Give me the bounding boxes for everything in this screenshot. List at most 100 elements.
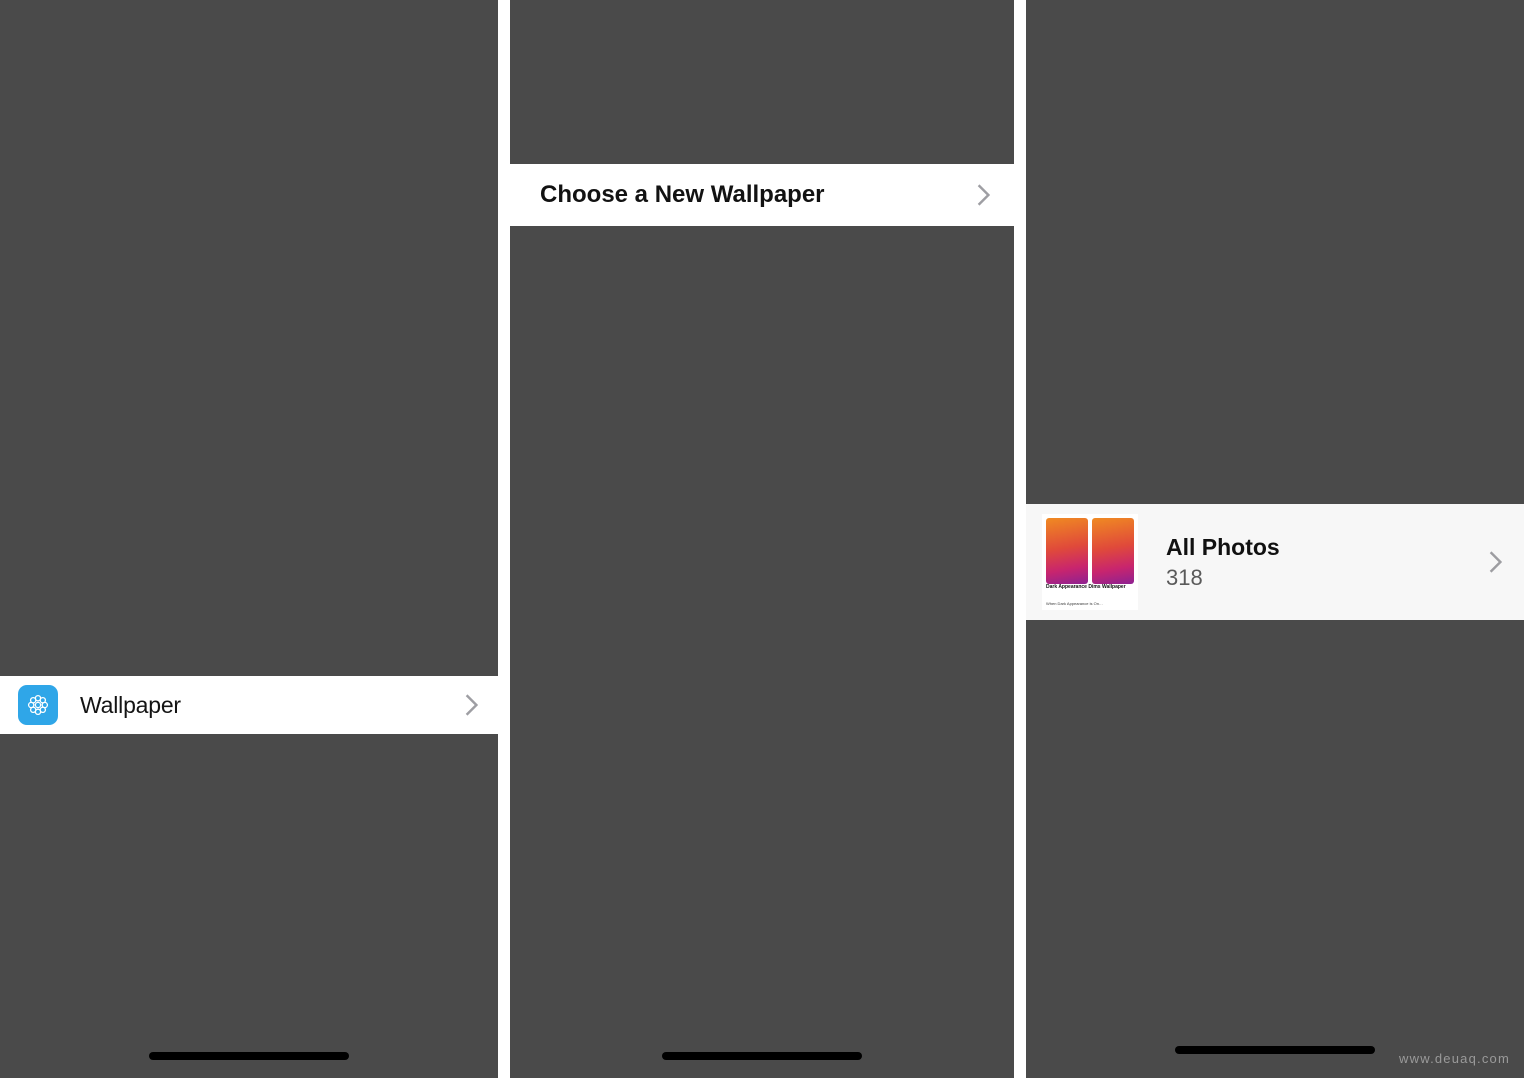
back-button-wallpaper[interactable]: Wallpaper (1026, 75, 1171, 103)
sidebar-item-screen-time[interactable]: Screen Time (0, 344, 498, 402)
album-count: 6 (1166, 924, 1179, 950)
page-title: Settings (199, 74, 299, 103)
chevron-right-icon (465, 694, 478, 716)
row-label: Control Centre (80, 527, 227, 554)
battery-icon (958, 22, 991, 38)
sidebar-item-sounds-haptics[interactable]: Sounds & Haptics (0, 228, 498, 286)
camera-icon[interactable] (699, 601, 727, 629)
app-label: Maps (876, 362, 892, 368)
app-icon-facetime[interactable]: FaceTime (787, 280, 820, 319)
app-icon-messages[interactable]: Messages (909, 476, 942, 515)
album-title: Screenshots (1166, 773, 1305, 800)
live-thumbnail (1352, 132, 1500, 450)
choose-new-wallpaper-row-highlighted[interactable]: Choose a New Wallpaper (510, 164, 1014, 226)
list-item-instagram[interactable]: Instagram 6 (1026, 862, 1524, 982)
app-label: Photos (874, 313, 894, 319)
status-bar-left: 2:39 (540, 15, 616, 46)
safari-icon[interactable] (849, 618, 879, 648)
flashlight-icon[interactable] (593, 601, 621, 629)
sidebar-item-general[interactable]: General (0, 454, 498, 512)
svg-text:tv: tv (879, 437, 890, 448)
sidebar-item-control-centre[interactable]: Control Centre (0, 512, 498, 570)
hourglass-icon (18, 353, 58, 393)
sidebar-item-do-not-disturb[interactable]: Do Not Disturb (0, 286, 498, 344)
chevron-right-icon (465, 588, 478, 610)
status-bar-left: 2:39 (30, 15, 106, 46)
app-icon-weather[interactable]: Weather (909, 329, 942, 368)
app-icon-maps[interactable]: Maps (868, 329, 901, 368)
app-icon-wallet[interactable]: Wallet (828, 476, 861, 515)
list-item-recents[interactable]: Dark Appearance Dims Wallpaper When Dark … (1026, 622, 1524, 742)
back-button-settings[interactable]: Settings (510, 75, 635, 103)
highlight-all-photos-row[interactable]: Dark Appearance Dims Wallpaper When Dark … (1026, 504, 1524, 620)
nav-bar: Settings (0, 60, 498, 118)
highlight-choose-wallpaper-row[interactable]: Choose a New Wallpaper (510, 164, 1014, 226)
app-icon-clock[interactable]: Clock (828, 329, 861, 368)
location-arrow-icon (600, 22, 615, 38)
app-icon-stocks[interactable]: Stocks (868, 378, 901, 417)
home-indicator[interactable] (1175, 1046, 1375, 1054)
chevron-right-icon (465, 530, 478, 552)
app-label: Home (795, 509, 812, 515)
status-time: 2:39 (1056, 14, 1109, 45)
app-icon-mail[interactable]: Mail (787, 329, 820, 368)
category-live[interactable]: Live (1352, 132, 1500, 488)
sidebar-item-privacy[interactable]: Privacy (0, 976, 498, 1034)
app-icon-settings[interactable]: Settings (868, 476, 901, 515)
list-item-all-photos-highlighted[interactable]: Dark Appearance Dims Wallpaper When Dark … (1026, 504, 1524, 620)
sidebar-item-face-id-passcode[interactable]: Face ID & Passcode (0, 802, 498, 860)
clock-icon (828, 329, 859, 359)
album-thumbnail: Dark Appearance Dims WallpaperWhen Dark … (1042, 514, 1138, 610)
dark-appearance-toggle-row[interactable]: Dark Appearance Dims Wallpaper (510, 687, 1014, 751)
wallet-icon (828, 476, 859, 506)
photos-icon (869, 280, 900, 310)
messages-icon (909, 476, 940, 506)
wallpaper-previews: 9:41 Tuesday, 9 January 9:41 FaceTime 10… (510, 232, 1014, 687)
app-icon-notes[interactable]: Notes (828, 378, 861, 417)
sidebar-item-notifications[interactable]: Notifications (0, 170, 498, 228)
chevron-right-icon (465, 762, 478, 784)
list-item-screenshots[interactable]: Dark Appearance Dims Wallpaper When Dark … (1026, 742, 1524, 862)
category-stills[interactable]: Stills (1198, 132, 1346, 488)
sidebar-item-wallpaper-highlighted[interactable]: Wallpaper (0, 676, 498, 734)
app-icon-podcasts[interactable]: Podcasts (828, 427, 861, 466)
music-icon[interactable] (889, 618, 919, 648)
category-dynamic[interactable]: Dynamic (1044, 132, 1192, 488)
watermark: www.deuaq.com (1399, 1051, 1510, 1066)
app-icon-reminders[interactable]: Reminders (787, 378, 820, 417)
app-icon-app-store[interactable]: App Store (787, 427, 820, 466)
sidebar-item-display-brightness[interactable]: AA Display & Brightness (0, 570, 498, 628)
row-label: Choose a New Wallpaper (540, 181, 825, 208)
footnotes: When Dark Appearance is On, iPhone will … (510, 751, 1014, 881)
album-text: you From You (1166, 1014, 1260, 1071)
album-thumbnail: Dark Appearance Dims WallpaperWhen Dark … (1042, 634, 1138, 730)
app-icon-calendar[interactable]: 10 Calendar (828, 280, 861, 319)
wallpaper-screenshot-thumb: Dark Appearance Dims WallpaperWhen Dark … (1042, 514, 1138, 610)
sidebar-item-siri-search[interactable]: Siri & Search (0, 744, 498, 802)
lock-screen-preview[interactable]: 9:41 Tuesday, 9 January (571, 254, 749, 669)
app-icon-health[interactable]: Health (909, 427, 942, 466)
podcasts-icon (828, 427, 859, 457)
sidebar-item-battery[interactable]: Battery (0, 918, 498, 976)
app-icon-home[interactable]: Home (787, 476, 820, 515)
phone-icon[interactable] (809, 618, 839, 648)
status-bar-right (1397, 21, 1501, 39)
app-icon-books[interactable]: Books (909, 378, 942, 417)
row-label: Privacy (80, 991, 155, 1018)
home-screen-preview[interactable]: 9:41 FaceTime 10 Calendar Photos Camera M… (775, 254, 953, 669)
battery-icon (442, 22, 475, 38)
wifi-icon (926, 21, 948, 37)
album-text: Instagram 6 (1166, 894, 1276, 951)
app-icon-camera[interactable]: Camera (909, 280, 942, 319)
home-indicator[interactable] (662, 1052, 862, 1060)
home-indicator[interactable] (149, 1052, 349, 1060)
app-icon-tv[interactable]: tv TV (868, 427, 901, 466)
sidebar-item-emergency-sos[interactable]: SOS Emergency SOS (0, 860, 498, 918)
app-grid: FaceTime 10 Calendar Photos Camera Mail C… (787, 280, 941, 515)
chevron-left-icon (530, 77, 544, 101)
chevron-right-icon (465, 472, 478, 494)
app-icon-photos[interactable]: Photos (868, 280, 901, 319)
dark-appearance-switch[interactable] (928, 701, 990, 737)
highlight-wallpaper-row[interactable]: Wallpaper (0, 676, 498, 734)
